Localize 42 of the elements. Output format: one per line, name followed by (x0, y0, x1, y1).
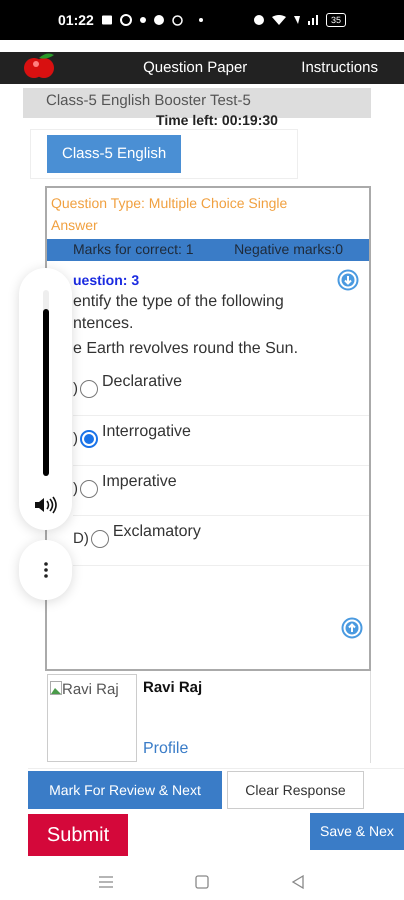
option-letter: D) (73, 530, 89, 548)
marks-correct: Marks for correct: 1 (73, 240, 194, 259)
option-letter: ) (73, 430, 78, 448)
dot-icon (140, 17, 146, 23)
question-text-line: e Earth revolves round the Sun. (72, 339, 300, 359)
question-type: Question Type: Multiple Choice Single Answer (50, 194, 288, 235)
action-button[interactable]: Clear Response (227, 771, 364, 809)
status-time: 01:22 (58, 10, 94, 30)
broken-image-icon (50, 681, 62, 695)
signal-icon (308, 15, 318, 25)
radio-button[interactable] (80, 480, 98, 498)
menu-icon[interactable] (98, 874, 114, 890)
speaker-icon[interactable] (34, 496, 58, 514)
back-icon[interactable] (290, 874, 306, 890)
option-label[interactable]: Imperative (102, 470, 177, 494)
option-label[interactable]: Declarative (102, 370, 182, 394)
option-letter: ) (73, 480, 78, 498)
radio-button[interactable] (80, 380, 98, 398)
dot-icon (198, 18, 203, 22)
more-icon[interactable] (44, 562, 48, 578)
home-icon[interactable] (194, 874, 210, 890)
ring-icon (172, 14, 183, 26)
option-label[interactable]: Interrogative (102, 420, 191, 444)
question-number: uestion: 3 (73, 270, 140, 290)
wifi-icon (272, 15, 286, 25)
action-button[interactable]: Mark For Review & Next (28, 771, 222, 809)
nav-link[interactable]: Question Paper (143, 56, 248, 80)
question-text-line: entify the type of the following (72, 292, 285, 312)
negative-marks: Negative marks:0 (234, 240, 343, 259)
radio-button[interactable] (80, 430, 98, 448)
action-button[interactable]: Submit (28, 814, 128, 856)
user-name: Ravi Raj (143, 678, 202, 698)
action-button[interactable]: Save & Nex (310, 813, 404, 850)
radio-button[interactable] (90, 530, 109, 548)
profile-link[interactable]: Profile (143, 737, 202, 761)
question-text-line: ntences. (72, 314, 134, 334)
image-alt-text: Ravi Raj (62, 680, 119, 700)
circle-icon (154, 15, 164, 25)
nav-link[interactable]: Instructions (301, 56, 378, 80)
battery-icon: 35 (326, 13, 346, 27)
option-label[interactable]: Exclamatory (112, 520, 201, 544)
option-letter: ) (73, 380, 78, 398)
